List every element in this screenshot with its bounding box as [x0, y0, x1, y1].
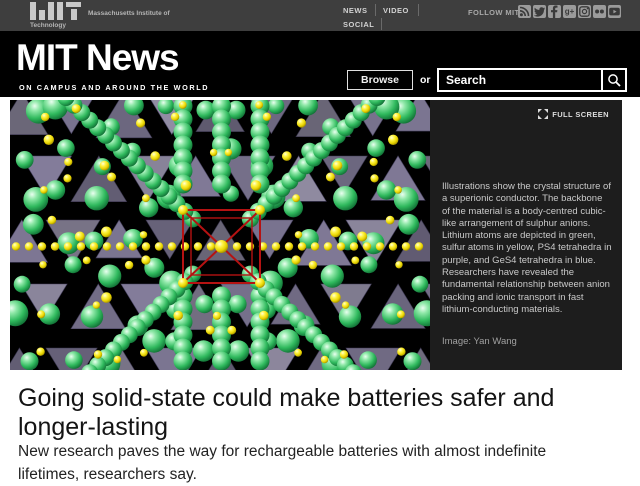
search-box: [437, 68, 627, 92]
caption-panel: FULL SCREEN Illustrations show the cryst…: [430, 100, 622, 370]
or-label: or: [420, 74, 431, 86]
topbar-nav-news[interactable]: NEWS: [343, 6, 368, 15]
search-input[interactable]: [439, 70, 601, 90]
search-submit-button[interactable]: [601, 70, 625, 90]
google-plus-icon[interactable]: g+: [563, 5, 576, 18]
institution-name-line2: Technology: [30, 22, 66, 29]
image-credit: Image: Yan Wang: [442, 336, 517, 347]
institution-name-line1: Massachusetts Institute of: [88, 10, 170, 17]
magnifier-icon: [607, 73, 622, 88]
twitter-icon[interactable]: [533, 5, 546, 18]
instagram-icon[interactable]: [578, 5, 591, 18]
nav-divider: [381, 18, 382, 30]
social-icon-row: g+: [518, 5, 621, 18]
article-headline: Going solid-state could make batteries s…: [18, 384, 624, 442]
article-dek: New research paves the way for rechargea…: [18, 440, 608, 486]
rss-icon[interactable]: [518, 5, 531, 18]
nav-divider: [375, 4, 376, 16]
follow-mit-label: FOLLOW MIT: [468, 8, 520, 17]
site-tagline: ON CAMPUS AND AROUND THE WORLD: [19, 83, 209, 92]
topbar-nav-social[interactable]: SOCIAL: [343, 20, 374, 29]
image-caption: Illustrations show the crystal structure…: [442, 181, 612, 316]
facebook-icon[interactable]: [548, 5, 561, 18]
article-figure: FULL SCREEN Illustrations show the cryst…: [10, 100, 622, 370]
masthead: MIT News ON CAMPUS AND AROUND THE WORLD …: [0, 31, 640, 97]
fullscreen-label: FULL SCREEN: [552, 110, 609, 119]
top-utility-bar: Massachusetts Institute of Technology NE…: [0, 0, 640, 31]
flickr-icon[interactable]: [593, 5, 606, 18]
mit-institute-logo[interactable]: [30, 2, 82, 21]
topbar-nav-video[interactable]: VIDEO: [383, 6, 409, 15]
fullscreen-expand-icon: [538, 109, 548, 119]
nav-divider: [418, 4, 419, 16]
youtube-icon[interactable]: [608, 5, 621, 18]
browse-button[interactable]: Browse: [347, 70, 413, 90]
mit-news-logo[interactable]: MIT News: [16, 37, 179, 79]
fullscreen-button[interactable]: FULL SCREEN: [538, 109, 609, 119]
crystal-structure-image: [10, 100, 430, 370]
